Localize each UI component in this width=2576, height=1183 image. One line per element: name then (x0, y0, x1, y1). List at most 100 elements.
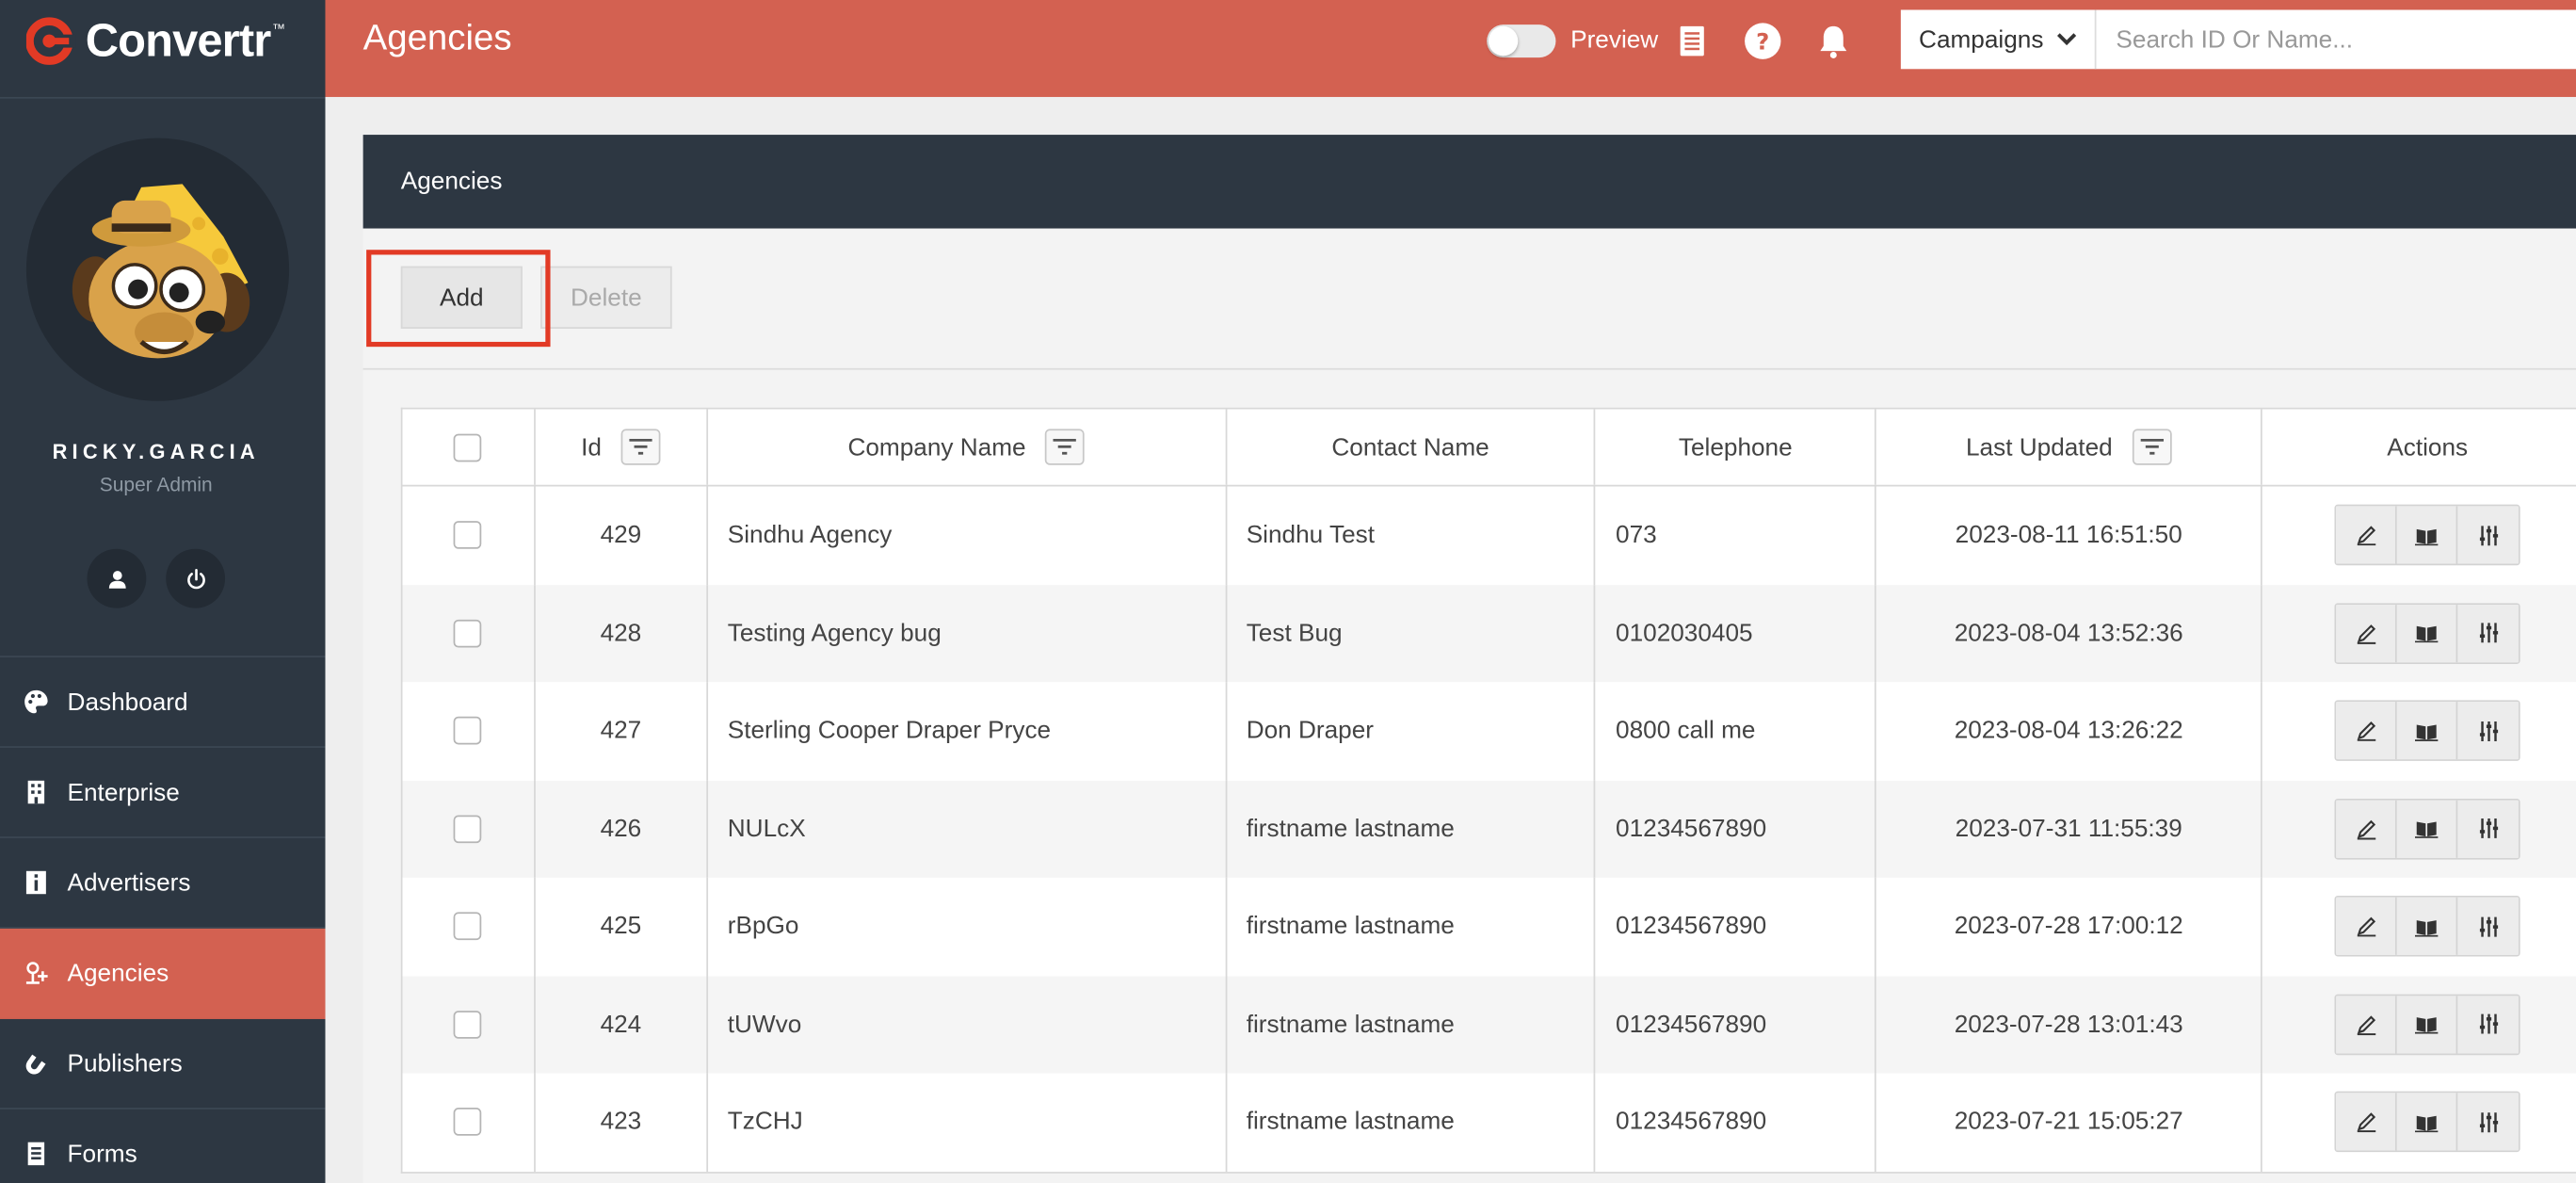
preview-label: Preview (1570, 25, 1659, 55)
cell-id: 425 (536, 877, 708, 976)
edit-button[interactable] (2336, 702, 2398, 760)
cell-actions (2262, 486, 2576, 584)
edit-icon (2357, 624, 2375, 644)
id-filter-button[interactable] (620, 429, 661, 465)
row-checkbox[interactable] (454, 815, 483, 843)
power-icon (186, 568, 205, 589)
select-all-checkbox[interactable] (454, 432, 483, 462)
settings-button[interactable] (2457, 898, 2520, 956)
avatar[interactable] (25, 138, 290, 401)
search-input[interactable] (2096, 9, 2576, 70)
cell-id: 426 (536, 779, 708, 878)
sidebar-item-enterprise[interactable]: Enterprise (0, 748, 326, 838)
user-name: RICKY.GARCIA (52, 440, 260, 464)
settings-button[interactable] (2457, 1093, 2520, 1151)
sliders-icon (2479, 916, 2498, 937)
sidebar-item-publishers[interactable]: Publishers (0, 1019, 326, 1110)
sidebar-item-advertisers[interactable]: Advertisers (0, 838, 326, 929)
company-filter-button[interactable] (1045, 429, 1086, 465)
preview-toggle[interactable] (1487, 24, 1556, 58)
sidebar-item-label: Dashboard (67, 688, 188, 716)
add-button[interactable]: Add (400, 266, 523, 329)
view-button[interactable] (2397, 604, 2458, 662)
view-button[interactable] (2397, 702, 2458, 760)
table-row[interactable]: 428 Testing Agency bug Test Bug 0102030405 2… (402, 584, 2576, 683)
user-icon (107, 570, 125, 588)
sidebar-divider (0, 96, 326, 99)
toolbar-divider (362, 367, 2576, 370)
row-select-cell (403, 584, 536, 683)
table-row[interactable]: 424 tUWvo firstname lastname 01234567890 202… (402, 975, 2576, 1074)
view-button[interactable] (2397, 506, 2458, 564)
help-button[interactable]: ? (1743, 22, 1782, 61)
view-button[interactable] (2397, 898, 2458, 956)
sidebar-item-label: Enterprise (67, 778, 180, 806)
table-row[interactable]: 429 Sindhu Agency Sindhu Test 073 2023-08-11… (403, 486, 2576, 585)
table-row[interactable]: 423 TzCHJ firstname lastname 01234567890 202… (403, 1073, 2576, 1172)
view-button[interactable] (2397, 1093, 2458, 1151)
action-button-group (2334, 700, 2520, 762)
cell-company-name: TzCHJ (708, 1073, 1227, 1172)
bell-icon (1820, 25, 1847, 58)
table-row[interactable]: 425 rBpGo firstname lastname 01234567890 202… (403, 877, 2576, 976)
top-header: Agencies Preview ? Campaigns Search ID O… (325, 0, 2576, 97)
book-icon (2415, 528, 2439, 545)
cell-telephone: 01234567890 (1596, 1073, 1877, 1172)
table-row[interactable]: 426 NULcX firstname lastname 01234567890 202… (402, 779, 2576, 878)
column-header-telephone: Telephone (1596, 409, 1877, 485)
sidebar-item-dashboard[interactable]: Dashboard (0, 657, 326, 748)
cell-company-name: Sindhu Agency (708, 486, 1227, 585)
edit-icon (2357, 721, 2375, 742)
cell-company-name: Sterling Cooper Draper Pryce (708, 682, 1227, 780)
table-body: 429 Sindhu Agency Sindhu Test 073 2023-08-11… (402, 486, 2576, 1172)
edit-button[interactable] (2336, 506, 2398, 564)
profile-button[interactable] (87, 548, 147, 608)
settings-button[interactable] (2457, 800, 2520, 858)
edit-button[interactable] (2336, 1093, 2398, 1151)
view-button[interactable] (2397, 800, 2458, 858)
row-checkbox[interactable] (454, 619, 483, 648)
book-icon (2415, 1115, 2439, 1132)
filter-icon (629, 438, 652, 455)
logout-button[interactable] (166, 548, 226, 608)
delete-button[interactable]: Delete (540, 266, 672, 329)
edit-button[interactable] (2336, 604, 2398, 662)
table-row[interactable]: 427 Sterling Cooper Draper Pryce Don Drape… (403, 682, 2576, 780)
row-checkbox[interactable] (454, 1010, 483, 1039)
settings-button[interactable] (2457, 506, 2520, 564)
edit-button[interactable] (2336, 995, 2398, 1054)
book-icon (2415, 821, 2439, 839)
logo[interactable]: Convertr ™ (25, 13, 285, 69)
edit-button[interactable] (2336, 898, 2398, 956)
sidebar-item-agencies[interactable]: Agencies (0, 928, 326, 1019)
filter-icon (2140, 438, 2164, 455)
cell-telephone: 0800 call me (1596, 682, 1877, 780)
row-checkbox[interactable] (454, 717, 483, 745)
cell-actions (2262, 780, 2576, 878)
action-button-group (2334, 1092, 2520, 1153)
sidebar: Convertr ™ RICKY.GARCIA Super Admin Dash… (0, 0, 326, 1183)
campaigns-dropdown[interactable]: Campaigns (1900, 9, 2097, 70)
document-button[interactable] (1672, 22, 1712, 61)
book-icon (2415, 919, 2439, 937)
sidebar-item-forms[interactable]: Forms (0, 1110, 325, 1183)
document-icon (1680, 25, 1704, 57)
row-checkbox[interactable] (454, 1108, 483, 1137)
cell-contact-name: Test Bug (1227, 584, 1597, 683)
column-header-last-updated: Last Updated (1876, 409, 2262, 485)
edit-button[interactable] (2336, 800, 2398, 858)
agencies-table: Id Company Name Contact Name Telephone L… (400, 407, 2576, 1173)
cell-id: 423 (536, 1073, 708, 1172)
settings-button[interactable] (2457, 995, 2520, 1054)
dog-avatar-icon (72, 184, 250, 359)
view-button[interactable] (2397, 995, 2458, 1054)
convertr-logo-icon (25, 17, 76, 65)
panel-header: Agencies (362, 135, 2576, 229)
settings-button[interactable] (2457, 604, 2520, 662)
cell-id: 424 (536, 975, 708, 1074)
row-checkbox[interactable] (454, 521, 483, 550)
settings-button[interactable] (2457, 702, 2520, 760)
row-checkbox[interactable] (454, 912, 483, 941)
last-updated-filter-button[interactable] (2132, 429, 2172, 465)
notifications-button[interactable] (1813, 22, 1853, 61)
